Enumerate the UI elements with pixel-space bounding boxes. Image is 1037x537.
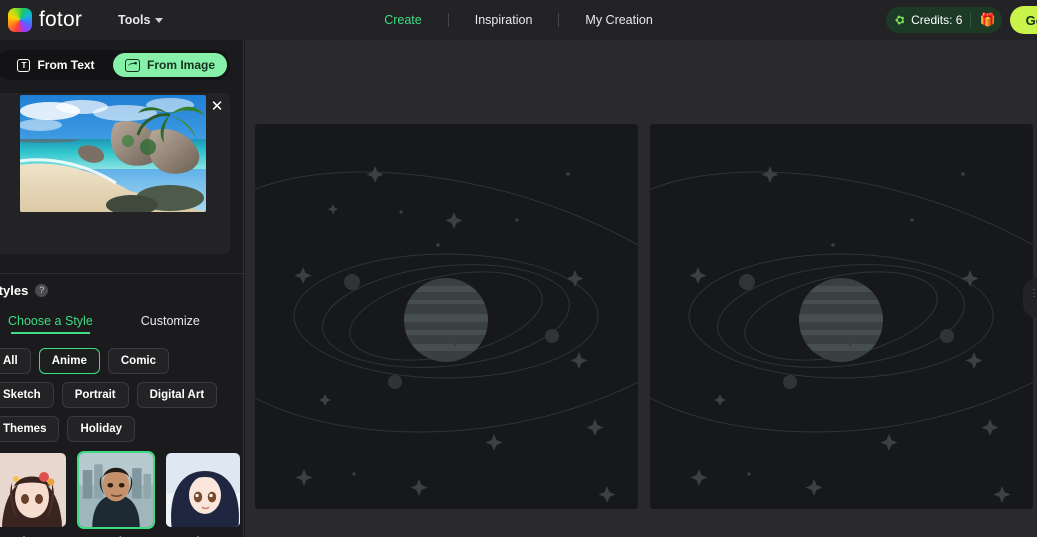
credits-label: Credits: 6 [911, 13, 963, 27]
styles-tabs: Choose a Style Customize [8, 314, 200, 334]
anime-1-thumbnail [0, 453, 66, 527]
chip-anime[interactable]: Anime [38, 348, 100, 374]
close-icon[interactable]: ✕ [208, 97, 226, 115]
text-box-icon: T [17, 58, 31, 72]
help-icon[interactable]: ? [35, 284, 49, 297]
gift-icon[interactable]: 🎁 [979, 12, 995, 28]
brand-name: fotor [39, 8, 83, 31]
dots: ⋮ [1029, 288, 1037, 299]
from-image-label: From Image [146, 58, 215, 72]
anime-2-thumbnail [166, 453, 240, 527]
from-image-tab[interactable]: From Image [113, 53, 227, 77]
style-card-anime-2[interactable]: Anime 2 [164, 451, 242, 537]
chip-portrait[interactable]: Portrait [61, 382, 129, 408]
style-thumbnail [77, 451, 155, 529]
tab-choose-a-style[interactable]: Choose a Style [8, 314, 93, 334]
divider [970, 12, 972, 28]
get-pro-button[interactable]: Ge [1009, 6, 1037, 34]
style-thumbnail [164, 451, 242, 529]
account-area: ✿ Credits: 6 🎁 Ge [886, 0, 1037, 40]
planet-orbit-placeholder-icon [255, 124, 638, 509]
section-title: Styles [0, 283, 29, 298]
chip-themes[interactable]: Themes [0, 416, 60, 442]
chip-digital-art[interactable]: Digital Art [136, 382, 218, 408]
image-icon [124, 58, 140, 72]
american-comic-thumbnail [79, 453, 153, 527]
fotor-ai-image-generator: fotor Tools Create Inspiration My Creati… [0, 0, 1037, 537]
rainbow-square-logo-icon [8, 8, 32, 32]
leaf-icon: ✿ [892, 11, 908, 29]
more-options-icon[interactable]: ⋮ [1023, 278, 1037, 318]
style-thumbnail [0, 451, 68, 529]
style-card-anime-1[interactable]: Anime 1 [0, 451, 68, 537]
planet-orbit-placeholder-icon [650, 124, 1033, 509]
credits-badge[interactable]: ✿ Credits: 6 🎁 [886, 7, 1002, 33]
result-card-2[interactable] [650, 124, 1033, 509]
nav-item-inspiration[interactable]: Inspiration [449, 13, 559, 27]
input-mode-toggle: T From Text From Image [0, 50, 230, 80]
styles-section-header: Styles ? [0, 283, 49, 298]
from-text-label: From Text [37, 58, 95, 72]
tab-customize[interactable]: Customize [141, 314, 200, 334]
beach-photo [20, 95, 206, 212]
chevron-down-icon [155, 17, 164, 23]
style-card-grid: Anime 1 [0, 451, 243, 537]
result-canvas: ⋮ [245, 40, 1037, 537]
style-category-chips: All Anime Comic Sketch Portrait Digital … [0, 348, 240, 442]
chip-comic[interactable]: Comic [107, 348, 170, 374]
left-sidebar: T From Text From Image ✕ yles ? Choose a… [0, 40, 244, 537]
divider [0, 273, 243, 274]
style-card-american-comic[interactable]: American Comic [77, 451, 155, 537]
brand-logo[interactable]: fotor [8, 8, 82, 32]
tools-label: Tools [118, 13, 151, 27]
result-card-1[interactable] [255, 124, 638, 509]
chip-all[interactable]: All [0, 348, 31, 374]
chip-holiday[interactable]: Holiday [67, 416, 136, 442]
nav-item-create[interactable]: Create [358, 13, 448, 27]
nav-item-my-creation[interactable]: My Creation [559, 13, 678, 27]
from-text-tab[interactable]: T From Text [0, 53, 113, 77]
uploaded-image-preview[interactable] [20, 95, 206, 212]
uploaded-image-panel: ✕ [0, 93, 230, 254]
top-bar: fotor Tools Create Inspiration My Creati… [0, 0, 1037, 40]
tools-menu-button[interactable]: Tools [118, 13, 164, 27]
chip-sketch[interactable]: Sketch [0, 382, 54, 408]
